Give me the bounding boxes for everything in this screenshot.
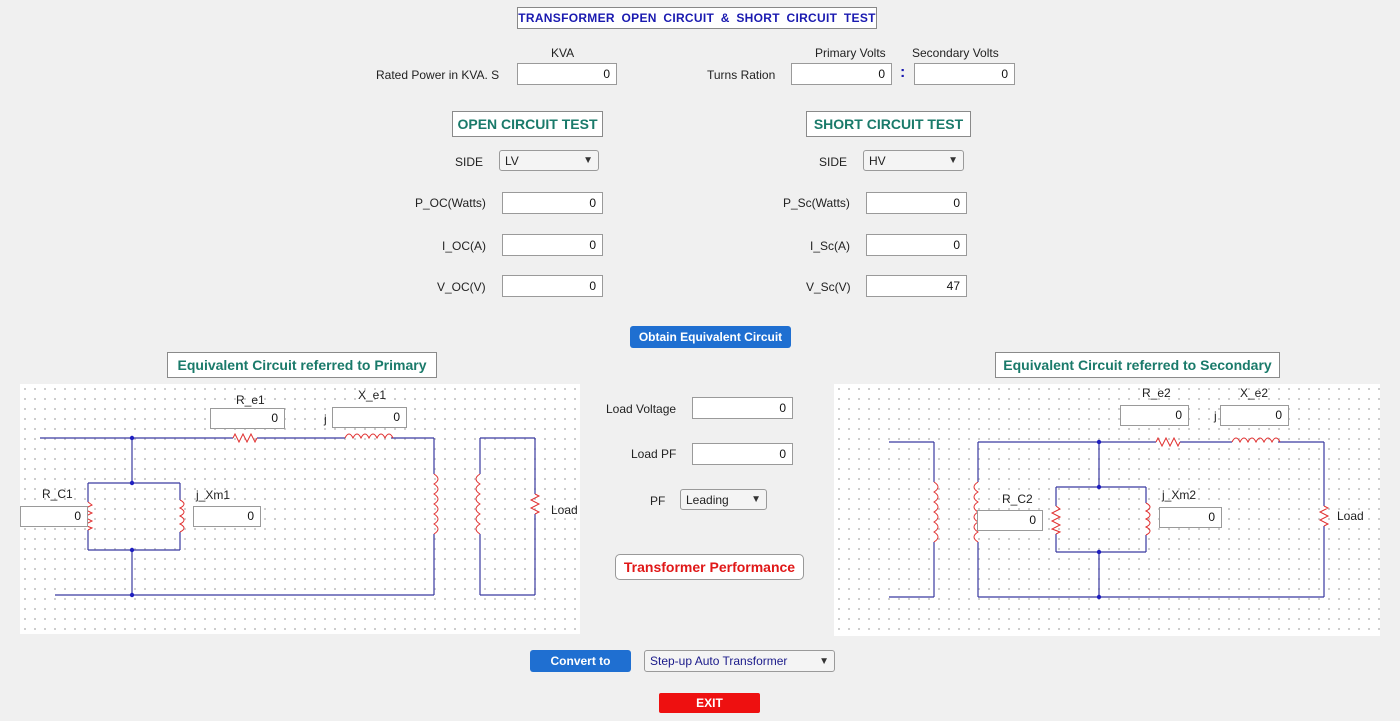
convert-to-button[interactable]: Convert to <box>530 650 631 672</box>
p-sc-label: P_Sc(Watts) <box>783 196 850 210</box>
rated-power-input[interactable]: 0 <box>517 63 617 85</box>
primary-circuit-panel: R_e1 0 X_e1 j 0 R_C1 0 j_Xm1 0 Load <box>20 384 580 634</box>
oc-side-select[interactable]: LV ▼ <box>499 150 599 171</box>
x-e2-label: X_e2 <box>1240 386 1269 400</box>
r-e1-input[interactable]: 0 <box>210 408 285 429</box>
p-oc-label: P_OC(Watts) <box>415 196 486 210</box>
secondary-volts-label: Secondary Volts <box>912 46 999 60</box>
primary-volts-label: Primary Volts <box>815 46 886 60</box>
secondary-volts-input[interactable]: 0 <box>914 63 1015 85</box>
x-e1-label: X_e1 <box>358 388 387 402</box>
obtain-equivalent-circuit-button[interactable]: Obtain Equivalent Circuit <box>630 326 791 348</box>
oc-side-label: SIDE <box>455 155 484 169</box>
x-e1-j-label: j <box>324 412 327 426</box>
short-circuit-header: SHORT CIRCUIT TEST <box>806 111 971 137</box>
r-c2-input[interactable]: 0 <box>977 510 1043 531</box>
primary-circuit-diagram <box>40 432 541 598</box>
exit-button[interactable]: EXIT <box>659 693 760 713</box>
secondary-load-label: Load <box>1337 509 1364 523</box>
load-pf-input[interactable]: 0 <box>692 443 793 465</box>
r-c1-label: R_C1 <box>42 487 73 501</box>
j-xm2-input[interactable]: 0 <box>1159 507 1222 528</box>
p-oc-input[interactable]: 0 <box>502 192 603 214</box>
x-e1-input[interactable]: 0 <box>332 407 407 428</box>
load-voltage-input[interactable]: 0 <box>692 397 793 419</box>
pf-type-value: Leading <box>686 492 729 507</box>
x-e2-j-label: j <box>1214 409 1217 423</box>
secondary-circuit-diagram <box>889 436 1330 600</box>
oc-side-value: LV <box>505 153 519 168</box>
chevron-down-icon: ▼ <box>583 155 593 166</box>
p-sc-input[interactable]: 0 <box>866 192 967 214</box>
sc-side-label: SIDE <box>819 155 848 169</box>
v-oc-input[interactable]: 0 <box>502 275 603 297</box>
r-e2-label: R_e2 <box>1142 386 1171 400</box>
secondary-circuit-panel: R_e2 0 X_e2 j 0 R_C2 0 j_Xm2 0 Load <box>834 384 1380 636</box>
r-c2-label: R_C2 <box>1002 492 1033 506</box>
j-xm1-label: j_Xm1 <box>196 488 231 502</box>
i-sc-input[interactable]: 0 <box>866 234 967 256</box>
rated-power-label: Rated Power in KVA. S <box>376 68 500 82</box>
primary-circuit-header: Equivalent Circuit referred to Primary <box>167 352 437 378</box>
i-oc-input[interactable]: 0 <box>502 234 603 256</box>
r-e1-label: R_e1 <box>236 393 265 407</box>
i-oc-label: I_OC(A) <box>442 239 487 253</box>
sc-side-value: HV <box>869 153 886 168</box>
app-title: TRANSFORMER OPEN CIRCUIT & SHORT CIRCUIT… <box>517 7 877 29</box>
v-sc-input[interactable]: 47 <box>866 275 967 297</box>
transformer-performance-button[interactable]: Transformer Performance <box>615 554 804 580</box>
chevron-down-icon: ▼ <box>948 155 958 166</box>
load-voltage-label: Load Voltage <box>606 402 677 416</box>
primary-volts-input[interactable]: 0 <box>791 63 892 85</box>
convert-type-select[interactable]: Step-up Auto Transformer ▼ <box>644 650 835 672</box>
i-sc-label: I_Sc(A) <box>810 239 851 253</box>
kva-unit-label: KVA <box>551 46 575 60</box>
j-xm2-label: j_Xm2 <box>1162 488 1197 502</box>
chevron-down-icon: ▼ <box>751 494 761 505</box>
convert-type-value: Step-up Auto Transformer <box>650 654 788 668</box>
r-c1-input[interactable]: 0 <box>20 506 88 527</box>
v-oc-label: V_OC(V) <box>437 280 486 294</box>
pf-type-select[interactable]: Leading ▼ <box>680 489 767 510</box>
open-circuit-header: OPEN CIRCUIT TEST <box>452 111 603 137</box>
turns-ratio-label: Turns Ration <box>707 68 776 82</box>
sc-side-select[interactable]: HV ▼ <box>863 150 964 171</box>
ratio-colon: : <box>900 64 906 81</box>
load-pf-label: Load PF <box>631 447 677 461</box>
pf-type-label: PF <box>650 494 666 508</box>
r-e2-input[interactable]: 0 <box>1120 405 1189 426</box>
j-xm1-input[interactable]: 0 <box>193 506 261 527</box>
v-sc-label: V_Sc(V) <box>806 280 851 294</box>
x-e2-input[interactable]: 0 <box>1220 405 1289 426</box>
chevron-down-icon: ▼ <box>819 655 829 667</box>
secondary-circuit-header: Equivalent Circuit referred to Secondary <box>995 352 1280 378</box>
primary-load-label: Load <box>551 503 578 517</box>
